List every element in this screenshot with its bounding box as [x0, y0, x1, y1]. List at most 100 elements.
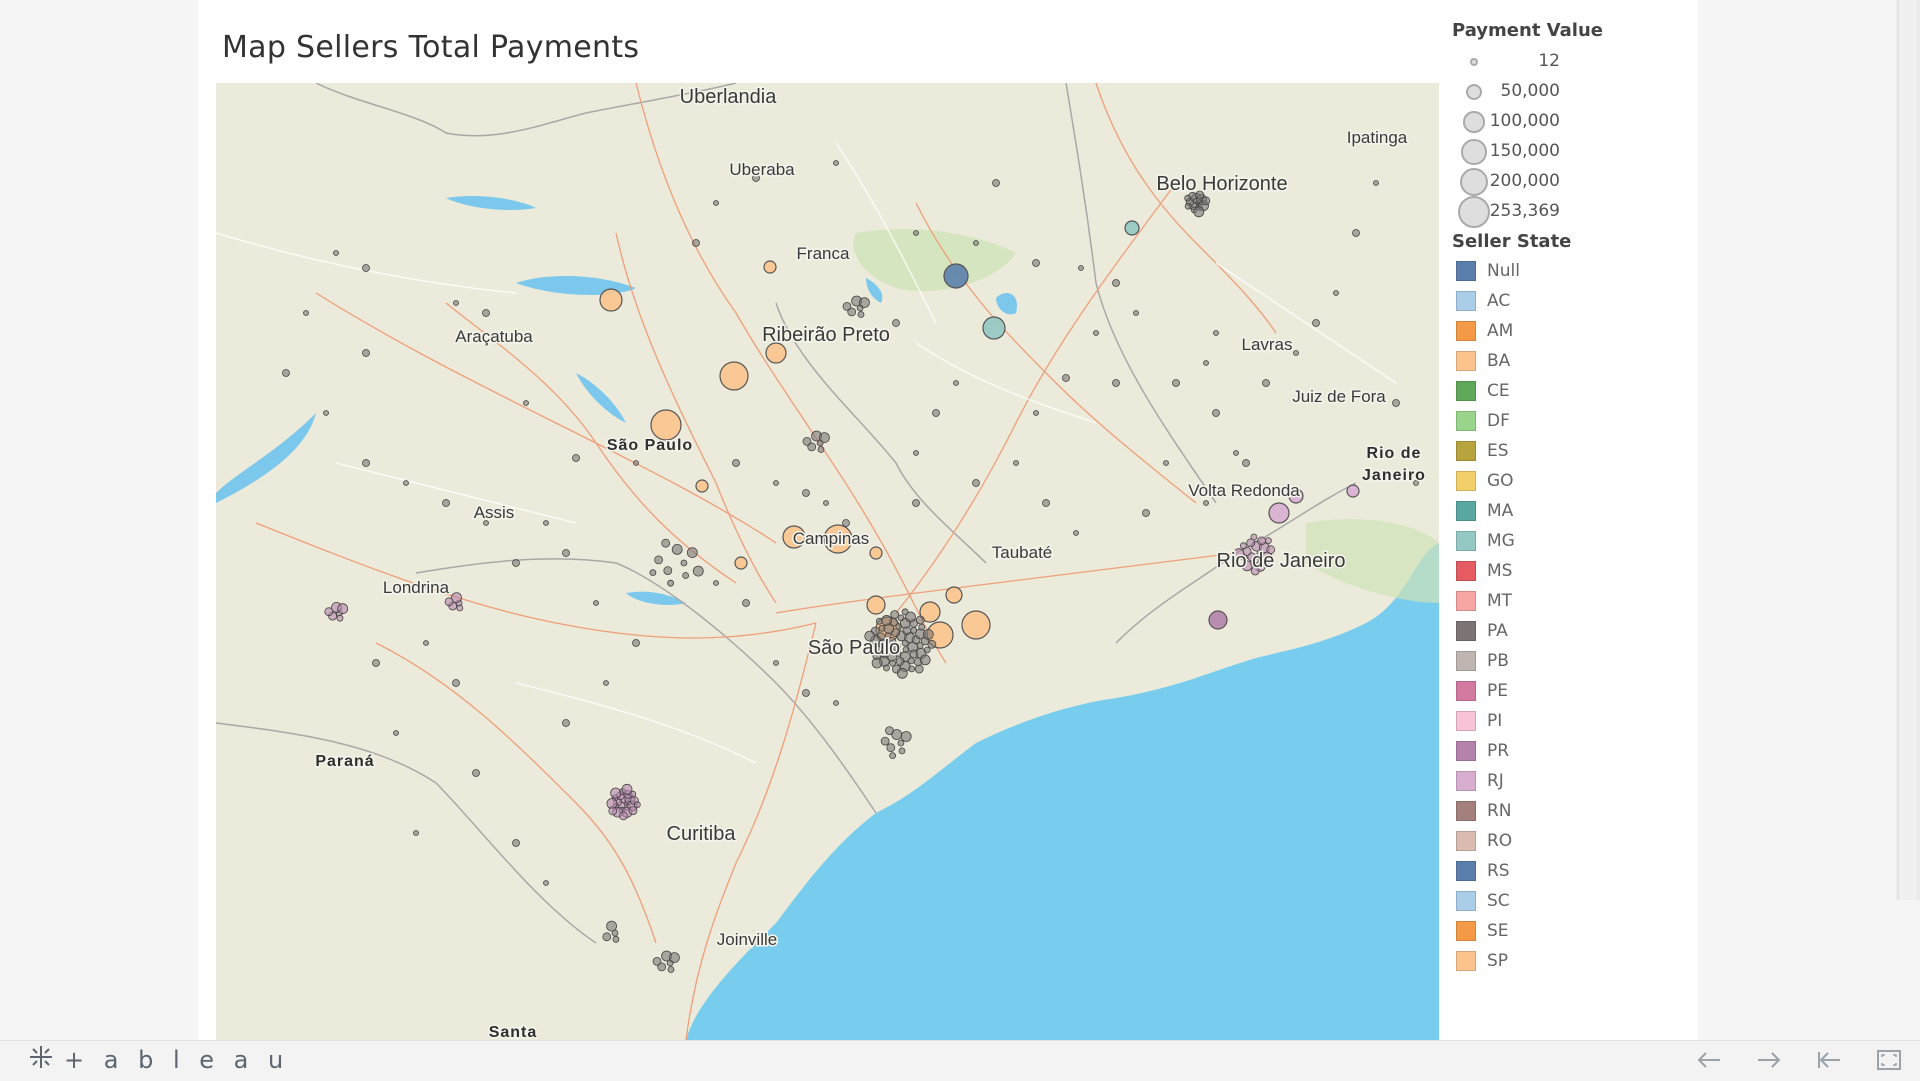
size-legend-item: 100,000 — [1452, 105, 1652, 135]
state-label: AM — [1487, 321, 1514, 341]
payment-bubble — [713, 580, 719, 586]
payment-bubble — [1184, 194, 1192, 202]
payment-bubble — [742, 599, 750, 607]
payment-bubble — [649, 569, 657, 577]
payment-bubble — [945, 586, 963, 604]
map-place-label: Janeiro — [1362, 467, 1426, 484]
undo-icon[interactable] — [1692, 1046, 1726, 1074]
payment-bubble — [883, 664, 890, 672]
payment-bubble — [512, 559, 520, 567]
map-place-label: Paraná — [315, 753, 374, 770]
payment-bubble — [663, 566, 673, 576]
state-legend-item[interactable]: GO — [1452, 466, 1652, 496]
payment-bubble — [802, 689, 810, 697]
state-legend-item[interactable]: PE — [1452, 676, 1652, 706]
payment-bubble — [650, 409, 682, 441]
state-legend-item[interactable]: MT — [1452, 586, 1652, 616]
payment-bubble — [953, 380, 959, 386]
map-view[interactable]: Uberlandia Uberaba Franca Ribeirão Preto Ara… — [216, 83, 1439, 1040]
payment-bubble — [833, 700, 839, 706]
state-legend-item[interactable]: RS — [1452, 856, 1652, 886]
payment-bubble — [1062, 374, 1070, 382]
state-swatch — [1456, 441, 1476, 461]
map-place-label: Volta Redonda — [1188, 481, 1300, 500]
payment-bubble — [362, 349, 370, 357]
payment-bubble — [682, 572, 690, 579]
revert-icon[interactable] — [1812, 1046, 1846, 1074]
payment-bubble — [885, 726, 894, 735]
payment-bubble — [671, 543, 683, 555]
tableau-brand[interactable]: + a b l e a u — [28, 1046, 289, 1074]
redo-icon[interactable] — [1752, 1046, 1786, 1074]
state-legend-item[interactable]: MS — [1452, 556, 1652, 586]
size-legend-item: 200,000 — [1452, 165, 1652, 197]
payment-bubble — [713, 200, 719, 206]
payment-bubble — [413, 830, 419, 836]
state-legend-item[interactable]: ES — [1452, 436, 1652, 466]
state-legend-item[interactable]: SC — [1452, 886, 1652, 916]
payment-bubble — [692, 565, 704, 577]
highway — [315, 292, 777, 544]
payment-bubble — [1172, 379, 1180, 387]
state-label: MT — [1487, 591, 1513, 611]
size-legend-item: 253,369 — [1452, 195, 1652, 228]
payment-bubble — [908, 665, 916, 673]
state-legend-item[interactable]: PB — [1452, 646, 1652, 676]
state-legend-item[interactable]: CE — [1452, 376, 1652, 406]
payment-bubble — [1373, 180, 1379, 186]
state-label: MS — [1487, 561, 1513, 581]
state-legend-item[interactable]: BA — [1452, 346, 1652, 376]
payment-bubble — [472, 769, 480, 777]
state-legend-item[interactable]: RJ — [1452, 766, 1652, 796]
state-legend-item[interactable]: PI — [1452, 706, 1652, 736]
state-label: MG — [1487, 531, 1515, 551]
state-legend-item[interactable]: SP — [1452, 946, 1652, 976]
map-place-label: Juiz de Fora — [1292, 387, 1386, 406]
fullscreen-icon[interactable] — [1872, 1046, 1906, 1074]
state-label: BA — [1487, 351, 1511, 371]
map-place-label: Ipatinga — [1347, 128, 1408, 147]
payment-bubble — [857, 311, 865, 318]
state-legend-item[interactable]: Null — [1452, 256, 1652, 286]
state-label: DF — [1487, 411, 1510, 431]
payment-bubble — [927, 639, 937, 649]
size-legend-item: 12 — [1452, 45, 1652, 75]
payment-bubble — [914, 664, 924, 674]
minor-road — [216, 232, 517, 294]
state-legend-item[interactable]: RO — [1452, 826, 1652, 856]
lake — [996, 293, 1017, 315]
scrollbar-thumb[interactable] — [1898, 0, 1917, 900]
payment-bubble — [833, 160, 839, 166]
state-legend-item[interactable]: MA — [1452, 496, 1652, 526]
state-legend-item[interactable]: DF — [1452, 406, 1652, 436]
map-place-label: Campinas — [793, 529, 870, 548]
payment-bubble — [608, 806, 618, 816]
payment-bubble — [866, 595, 886, 615]
payment-bubble — [323, 410, 329, 416]
state-legend-item[interactable]: MG — [1452, 526, 1652, 556]
map-place-label: Araçatuba — [455, 327, 533, 346]
size-legend-value: 253,369 — [1489, 201, 1560, 221]
state-legend-item[interactable]: PA — [1452, 616, 1652, 646]
payment-bubble — [890, 610, 900, 619]
payment-bubble — [1213, 330, 1219, 336]
state-label: PI — [1487, 711, 1503, 731]
green-area — [853, 229, 1016, 292]
payment-bubble — [1203, 500, 1209, 506]
payment-bubble — [765, 342, 787, 364]
state-legend-item[interactable]: SE — [1452, 916, 1652, 946]
state-legend-item[interactable]: PR — [1452, 736, 1652, 766]
size-legend-title: Payment Value — [1452, 20, 1603, 41]
payment-bubble — [734, 556, 748, 570]
payment-bubble — [652, 957, 662, 966]
map-svg[interactable]: Uberlandia Uberaba Franca Ribeirão Preto Ara… — [216, 83, 1439, 1040]
payment-bubble — [1112, 379, 1120, 387]
payment-bubble — [667, 966, 675, 973]
state-legend-item[interactable]: AM — [1452, 316, 1652, 346]
state-label: SC — [1487, 891, 1510, 911]
payment-bubble — [1133, 310, 1139, 316]
state-legend-item[interactable]: AC — [1452, 286, 1652, 316]
payment-bubble — [896, 667, 908, 679]
payment-bubble — [686, 547, 698, 559]
state-legend-item[interactable]: RN — [1452, 796, 1652, 826]
